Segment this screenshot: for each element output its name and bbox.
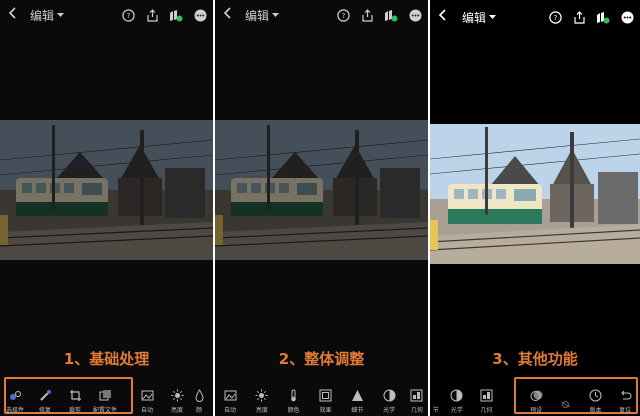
panel-basic: 编辑 ? 1、基础处理 选择性 修复 裁剪 配置文件 自动 亮度 颜 <box>0 0 213 416</box>
tool-light[interactable]: 亮度 <box>247 380 277 416</box>
geometry-icon <box>479 388 493 402</box>
step-caption: 2、整体调整 <box>278 350 365 368</box>
step-caption: 1、基础处理 <box>63 350 150 368</box>
highlight-box <box>514 377 638 414</box>
help-icon[interactable]: ? <box>121 8 135 22</box>
edit-title: 编辑 <box>462 10 487 25</box>
caret-down-icon <box>272 12 280 17</box>
auto-icon <box>223 388 237 402</box>
edit-menu[interactable]: 编辑 <box>462 9 497 26</box>
svg-text:?: ? <box>553 14 557 22</box>
app-header: 编辑 ? <box>0 0 213 30</box>
svg-text:?: ? <box>126 12 130 20</box>
app-header: 编辑 ? <box>430 0 640 34</box>
tool-auto[interactable]: 自动 <box>132 380 162 416</box>
tool-optics[interactable]: 光学 <box>442 380 472 416</box>
help-icon[interactable]: ? <box>336 8 350 22</box>
sun-icon <box>170 388 184 402</box>
tool-effects[interactable]: 效果 <box>310 380 340 416</box>
chevron-left-icon[interactable] <box>438 9 454 25</box>
caret-down-icon <box>489 14 497 19</box>
bottom-toolbar: 自动 亮度 颜色 效果 细节 光学 几何 <box>215 378 428 416</box>
step-caption: 3、其他功能 <box>492 350 578 368</box>
sun-icon <box>255 388 269 402</box>
share-icon[interactable] <box>572 10 586 24</box>
tool-detail-partial[interactable]: 节 <box>430 380 442 416</box>
photo-preview <box>430 124 640 264</box>
caret-down-icon <box>57 12 65 17</box>
app-header: 编辑 ? <box>215 0 428 30</box>
color-icon <box>192 388 206 402</box>
effects-icon <box>318 388 332 402</box>
edit-menu[interactable]: 编辑 <box>245 7 280 24</box>
tool-optics[interactable]: 光学 <box>374 380 404 416</box>
header-actions: ? <box>548 10 634 24</box>
tool-auto[interactable]: 自动 <box>215 380 245 416</box>
tool-geometry[interactable]: 几何 <box>406 380 428 416</box>
lens-icon <box>382 388 396 402</box>
thermometer-icon <box>287 388 301 402</box>
share-icon[interactable] <box>145 8 159 22</box>
more-icon[interactable] <box>620 10 634 24</box>
photo-preview <box>0 120 213 260</box>
panel-other: 编辑 ? 3、其他功能 节 光学 几何 预设 版本 复位 <box>430 0 640 416</box>
highlight-box <box>4 377 133 414</box>
more-icon[interactable] <box>193 8 207 22</box>
detail-icon <box>430 388 442 402</box>
tool-detail[interactable]: 细节 <box>342 380 372 416</box>
share-icon[interactable] <box>360 8 374 22</box>
auto-icon <box>140 388 154 402</box>
svg-text:?: ? <box>341 12 345 20</box>
cloud-sync-icon[interactable] <box>384 8 398 22</box>
header-actions: ? <box>336 8 422 22</box>
tool-light[interactable]: 亮度 <box>162 380 192 416</box>
tool-geometry[interactable]: 几何 <box>472 380 502 416</box>
edit-menu[interactable]: 编辑 <box>30 7 65 24</box>
more-icon[interactable] <box>408 8 422 22</box>
tool-color[interactable]: 颜色 <box>279 380 309 416</box>
tool-color-partial[interactable]: 颜 <box>192 380 206 416</box>
header-actions: ? <box>121 8 207 22</box>
panel-overall: 编辑 ? 2、整体调整 自动 亮度 颜色 效果 细节 光学 几何 <box>215 0 428 416</box>
tutorial-collage: 编辑 ? 1、基础处理 选择性 修复 裁剪 配置文件 自动 亮度 颜 编辑 ? … <box>0 0 640 416</box>
triangle-icon <box>350 388 364 402</box>
lens-icon <box>450 388 464 402</box>
geometry-icon <box>410 388 424 402</box>
cloud-sync-icon[interactable] <box>596 10 610 24</box>
cloud-sync-icon[interactable] <box>169 8 183 22</box>
chevron-left-icon[interactable] <box>223 7 239 23</box>
help-icon[interactable]: ? <box>548 10 562 24</box>
edit-title: 编辑 <box>30 8 55 23</box>
photo-preview <box>215 120 428 260</box>
chevron-left-icon[interactable] <box>8 7 24 23</box>
edit-title: 编辑 <box>245 8 270 23</box>
